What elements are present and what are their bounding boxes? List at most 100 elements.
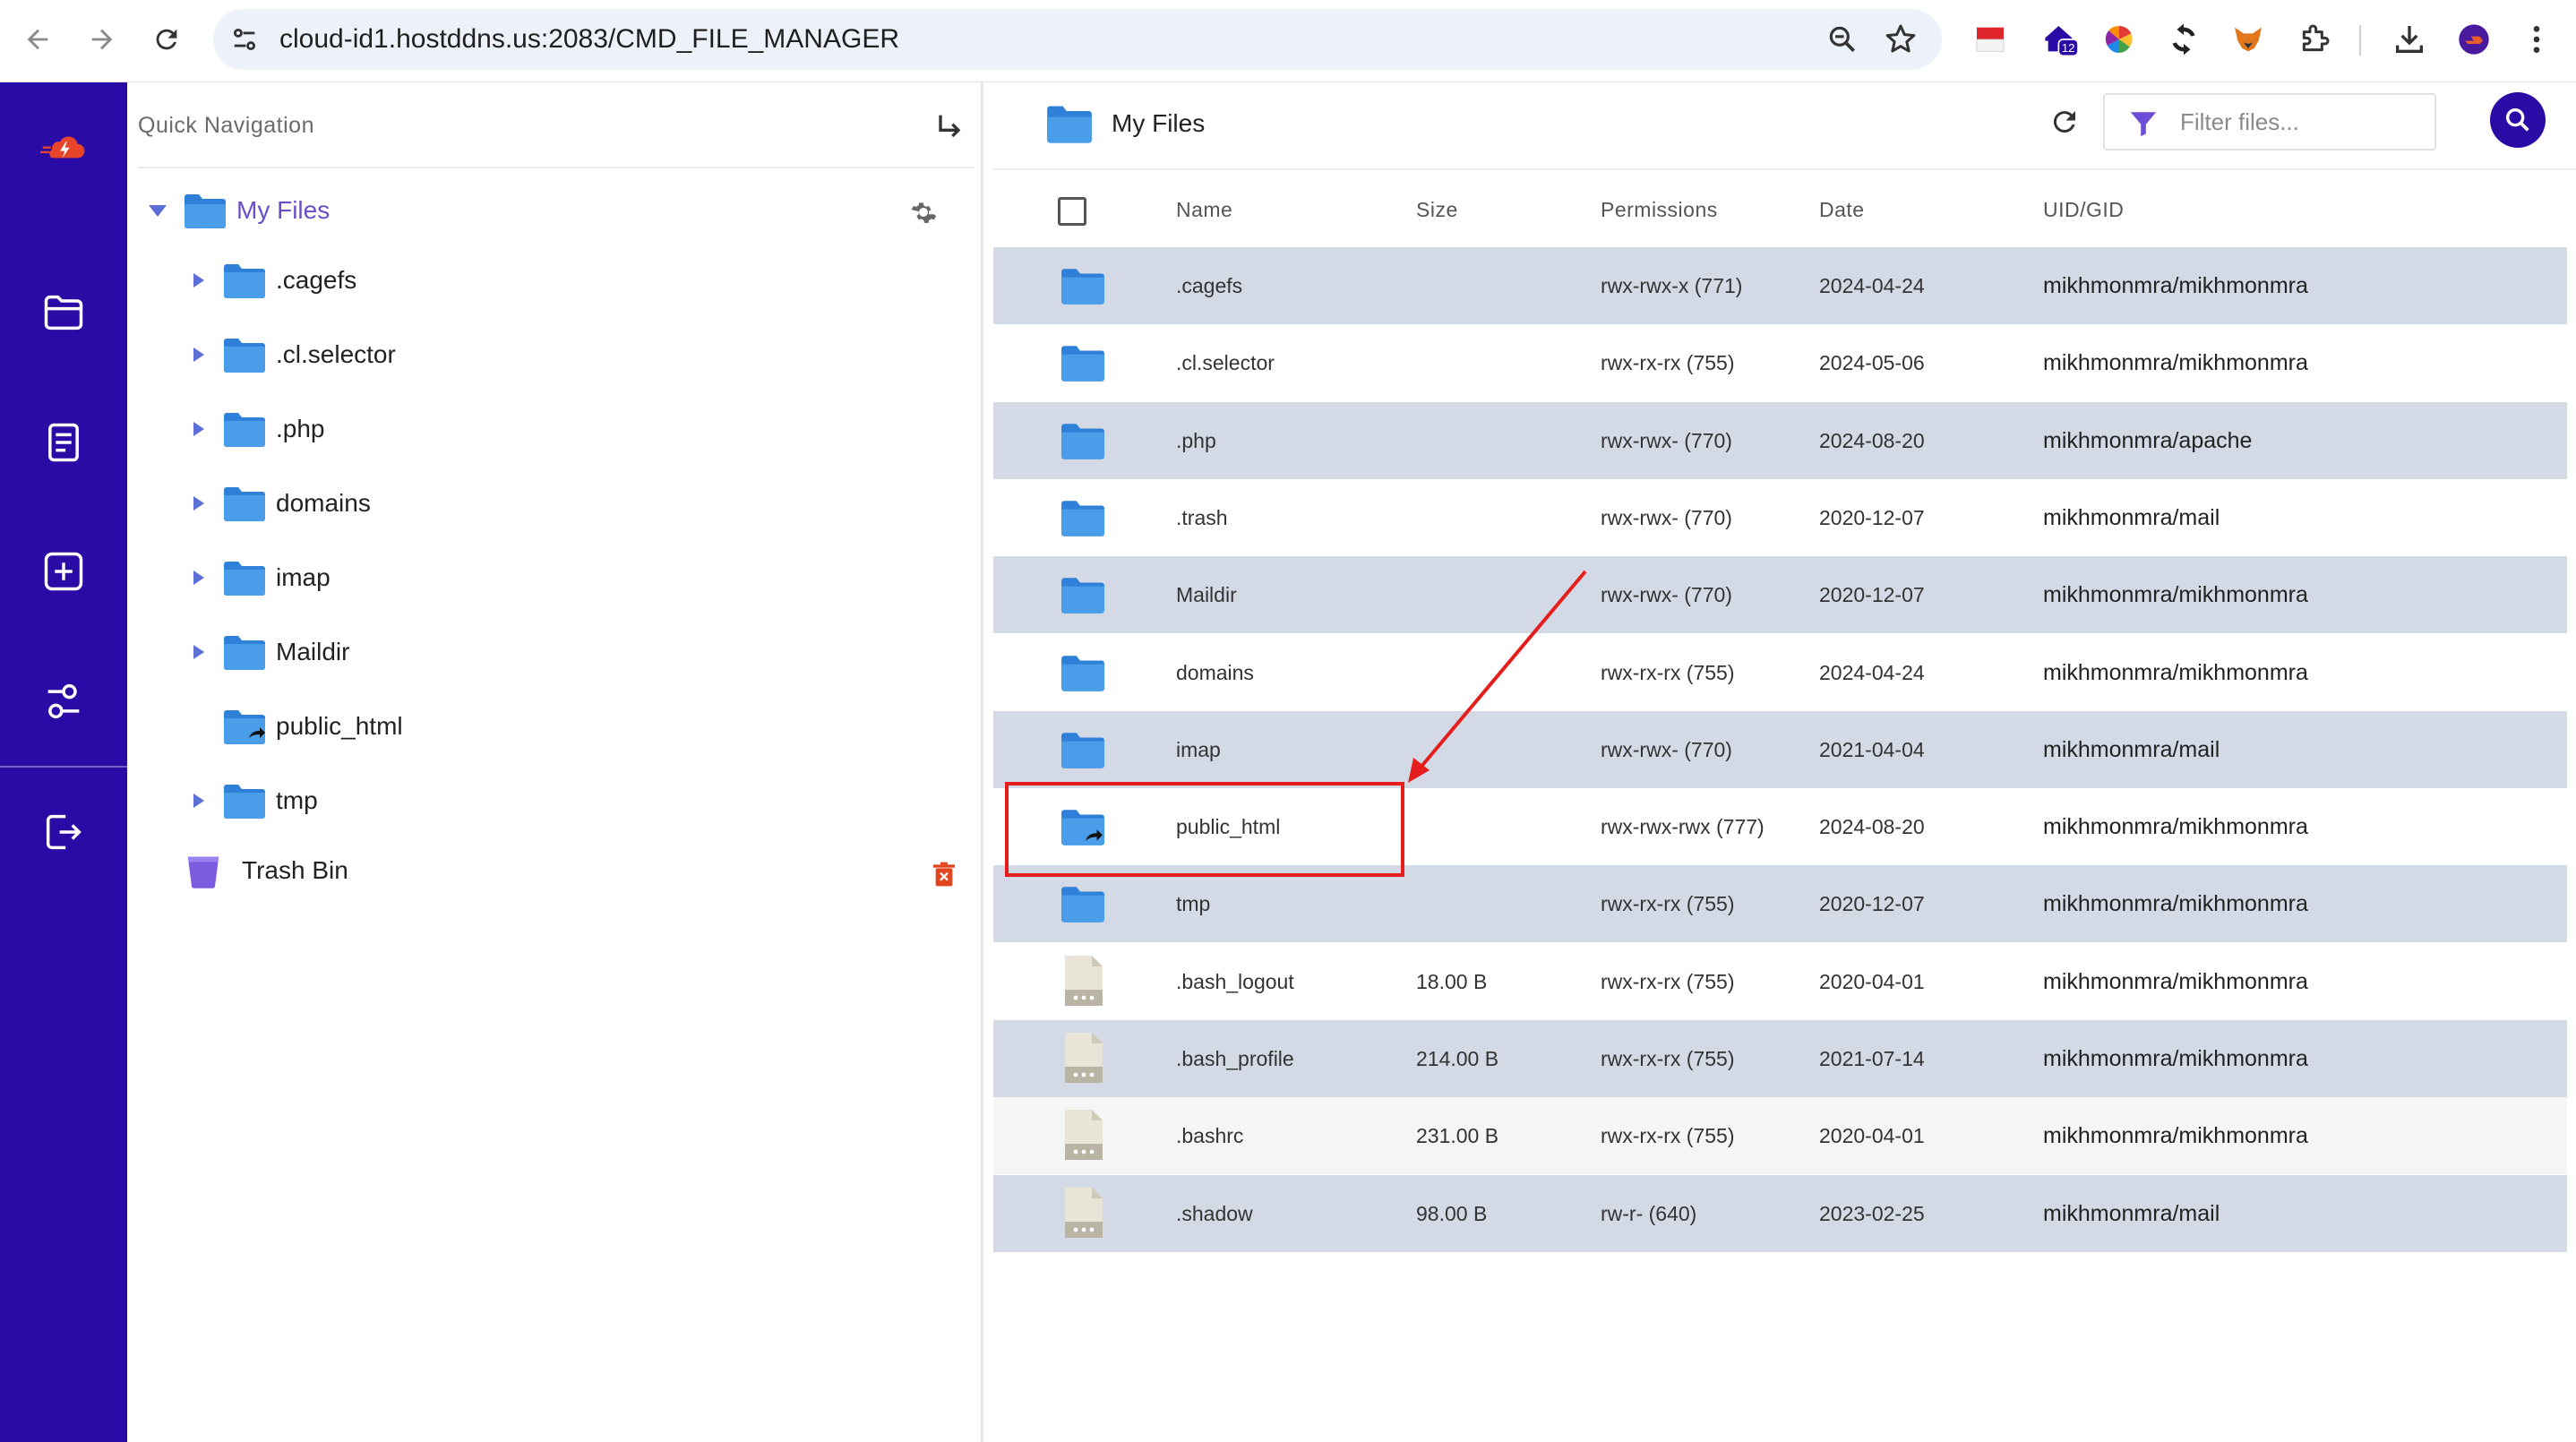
app-logo[interactable] [35,120,92,177]
tree-item-label[interactable]: .cl.selector [276,340,396,369]
file-name[interactable]: .cl.selector [1176,324,1275,401]
reload-button[interactable] [147,20,186,59]
tree-item-label[interactable]: domains [276,489,371,518]
tree-item[interactable]: .cl.selector [193,328,396,382]
table-row[interactable]: domains rwx-rx-rx (755) 2024-04-24 mikhm… [993,633,2567,711]
table-row[interactable]: Maildir rwx-rwx- (770) 2020-12-07 mikhmo… [993,556,2567,634]
rail-logout[interactable] [35,803,92,861]
rail-file-manager[interactable] [35,284,92,341]
table-row[interactable]: .trash rwx-rwx- (770) 2020-12-07 mikhmon… [993,478,2567,556]
table-row[interactable]: .shadow 98.00 B rw-r- (640) 2023-02-25 m… [993,1174,2567,1252]
arrow-right-icon [91,29,113,50]
caret-right-icon[interactable] [193,645,204,659]
tree-item-label[interactable]: .php [276,415,325,443]
extension-color-button[interactable] [2099,20,2139,59]
file-uid-gid: mikhmonmra/mail [2043,1200,2220,1226]
tree-item-label[interactable]: Maildir [276,638,349,666]
table-row[interactable]: .bash_logout 18.00 B rwx-rx-rx (755) 202… [993,942,2567,1020]
extension-fox-button[interactable] [2228,20,2268,59]
tree-item-label[interactable]: public_html [276,712,403,741]
table-row[interactable]: imap rwx-rwx- (770) 2021-04-04 mikhmonmr… [993,710,2567,788]
file-name[interactable]: .php [1176,402,1216,479]
extensions-button[interactable] [2295,20,2334,59]
column-size[interactable]: Size [1416,170,1458,249]
column-date[interactable]: Date [1819,170,1865,249]
back-button[interactable] [18,20,57,59]
file-name[interactable]: .shadow [1176,1175,1253,1252]
refresh-icon[interactable] [2048,106,2081,138]
collapse-panel-icon[interactable] [932,109,967,145]
gear-icon[interactable] [908,197,939,227]
quick-navigation-title: Quick Navigation [138,113,314,138]
file-name[interactable]: Maildir [1176,556,1237,633]
tree-item[interactable]: domains [193,476,371,530]
extension-sync-button[interactable] [2164,20,2203,59]
caret-right-icon[interactable] [193,422,204,436]
tree-item[interactable]: .cagefs [193,253,356,307]
file-name[interactable]: .bashrc [1176,1097,1243,1174]
column-uid-gid[interactable]: UID/GID [2043,170,2124,249]
trash-bin-label[interactable]: Trash Bin [242,856,348,885]
tree-root-my-files[interactable]: My Files [149,184,330,237]
file-name[interactable]: domains [1176,634,1254,711]
address-bar[interactable]: cloud-id1.hostddns.us:2083/CMD_FILE_MANA… [213,9,1942,70]
app-sidebar [0,82,127,1442]
table-row[interactable]: .bashrc 231.00 B rwx-rx-rx (755) 2020-04… [993,1097,2567,1175]
tree-item[interactable]: .php [193,402,325,456]
caret-right-icon[interactable] [193,496,204,511]
file-name[interactable]: imap [1176,711,1221,788]
delete-trash-icon[interactable] [930,858,958,890]
browser-menu-button[interactable] [2517,20,2556,59]
tree-item-label[interactable]: imap [276,563,331,592]
file-uid-gid: mikhmonmra/mikhmonmra [2043,350,2308,376]
extension-flag-button[interactable] [1971,20,2010,59]
column-name[interactable]: Name [1176,170,1232,249]
zoom-icon[interactable] [1825,22,1859,56]
profile-button[interactable] [2454,20,2494,59]
search-button[interactable] [2490,92,2546,148]
file-permissions: rwx-rx-rx (755) [1601,660,1735,684]
table-row[interactable]: .cl.selector rwx-rx-rx (755) 2024-05-06 … [993,324,2567,402]
rail-settings[interactable] [35,673,92,730]
table-row[interactable]: .php rwx-rwx- (770) 2024-08-20 mikhmonmr… [993,401,2567,479]
file-list-panel: My Files Name Size Permissions Date UID/… [986,82,2576,1442]
tree-item[interactable]: tmp [193,774,318,828]
table-row[interactable]: tmp rwx-rx-rx (755) 2020-12-07 mikhmonmr… [993,865,2567,943]
tree-item[interactable]: public_html [193,700,403,753]
tree-item-label[interactable]: tmp [276,786,318,815]
caret-down-icon[interactable] [149,204,167,217]
file-name[interactable]: .trash [1176,479,1228,556]
file-permissions: rwx-rwx- (770) [1601,737,1732,761]
filter-field[interactable] [2103,93,2436,150]
folder-open-icon [185,194,226,228]
table-row[interactable]: .bash_profile 214.00 B rwx-rx-rx (755) 2… [993,1020,2567,1097]
forward-button[interactable] [82,20,122,59]
file-name[interactable]: .bash_profile [1176,1020,1294,1097]
select-all-checkbox[interactable] [1058,197,1086,226]
rail-create-new[interactable] [35,543,92,600]
file-date: 2020-04-01 [1819,969,1925,993]
folder-icon [1061,733,1104,768]
table-row[interactable]: .cagefs rwx-rwx-x (771) 2024-04-24 mikhm… [993,247,2567,324]
folder-icon [1047,106,1092,143]
tree-item[interactable]: imap [193,551,331,605]
downloads-button[interactable] [2390,20,2429,59]
rail-documents[interactable] [35,414,92,471]
tree-item[interactable]: Maildir [193,625,349,679]
tree-root-label[interactable]: My Files [236,196,330,225]
caret-right-icon[interactable] [193,794,204,808]
site-info-icon[interactable] [229,24,260,55]
file-name[interactable]: tmp [1176,865,1210,942]
extension-home-button[interactable]: 12 [2040,20,2080,59]
caret-right-icon[interactable] [193,348,204,362]
file-name[interactable]: .cagefs [1176,247,1242,324]
column-permissions[interactable]: Permissions [1601,170,1718,249]
tree-trash-bin[interactable]: Trash Bin [183,844,348,897]
caret-right-icon[interactable] [193,571,204,585]
filter-input[interactable] [2180,95,2431,149]
file-name[interactable]: .bash_logout [1176,943,1294,1020]
caret-right-icon[interactable] [193,273,204,288]
tree-item-label[interactable]: .cagefs [276,266,356,295]
bookmark-star-icon[interactable] [1883,21,1919,57]
url-text[interactable]: cloud-id1.hostddns.us:2083/CMD_FILE_MANA… [279,9,899,70]
